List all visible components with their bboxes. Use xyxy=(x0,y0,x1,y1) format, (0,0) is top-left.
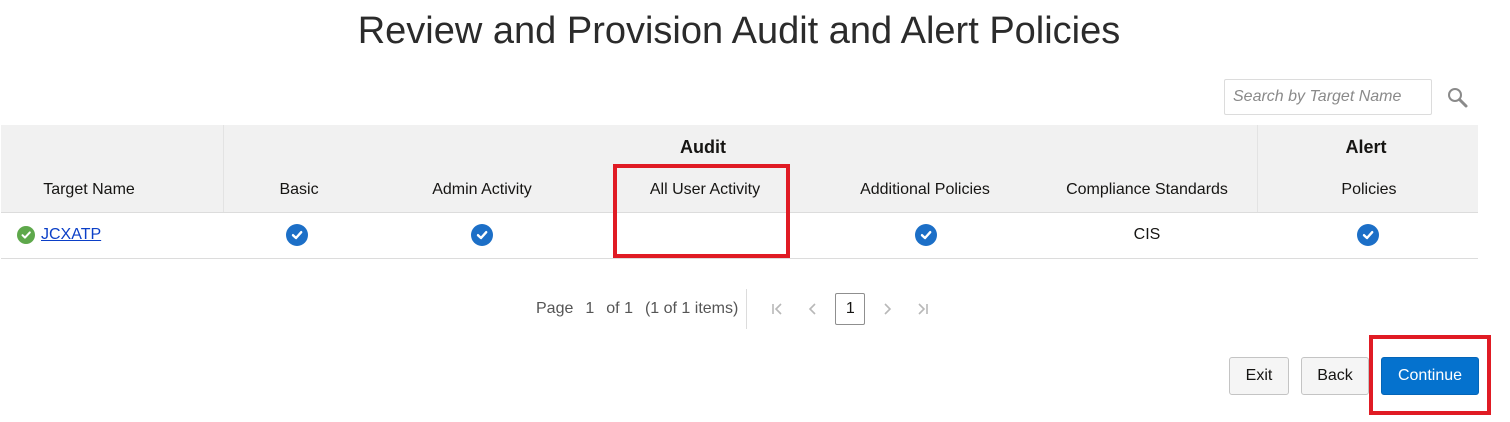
row-divider xyxy=(1,258,1478,259)
group-header-audit: Audit xyxy=(680,137,726,157)
last-page-icon[interactable] xyxy=(908,294,938,324)
previous-page-icon[interactable] xyxy=(798,294,828,324)
compliance-standards-cell: CIS xyxy=(1133,226,1161,243)
page-count: of 1 xyxy=(606,300,633,317)
all-user-activity-cell xyxy=(695,222,717,248)
column-header-policies[interactable]: Policies xyxy=(1319,181,1419,199)
continue-button[interactable]: Continue xyxy=(1381,357,1479,395)
additional-policies-cell xyxy=(915,222,937,248)
pagination-divider xyxy=(746,289,748,329)
column-divider xyxy=(1257,125,1258,212)
search-icon[interactable] xyxy=(1446,86,1470,110)
check-circle-icon xyxy=(471,224,493,246)
admin-activity-cell xyxy=(471,222,493,248)
check-circle-icon xyxy=(1357,224,1379,246)
items-count: (1 of 1 items) xyxy=(644,300,739,317)
column-header-basic[interactable]: Basic xyxy=(249,181,349,199)
column-header-additional-policies[interactable]: Additional Policies xyxy=(835,181,1015,199)
column-header-all-user-activity[interactable]: All User Activity xyxy=(620,181,790,199)
pagination: Page 1 of 1 (1 of 1 items) 1 xyxy=(536,289,941,329)
policies-table: Audit Alert Target Name Basic Admin Acti… xyxy=(1,125,1478,259)
check-circle-icon xyxy=(915,224,937,246)
next-page-icon[interactable] xyxy=(872,294,902,324)
search-input[interactable] xyxy=(1224,79,1432,115)
back-button[interactable]: Back xyxy=(1301,357,1369,395)
first-page-icon[interactable] xyxy=(762,294,792,324)
group-header-alert: Alert xyxy=(1345,137,1387,157)
page-button-1[interactable]: 1 xyxy=(835,293,866,325)
column-header-target-name[interactable]: Target Name xyxy=(19,181,159,199)
search-box xyxy=(1224,79,1432,115)
current-page-number[interactable]: 1 xyxy=(585,300,594,318)
column-header-compliance-standards[interactable]: Compliance Standards xyxy=(1047,181,1247,199)
basic-cell xyxy=(286,222,308,248)
page-label: Page xyxy=(536,300,574,317)
page-title: Review and Provision Audit and Alert Pol… xyxy=(357,10,1121,52)
header-divider xyxy=(1,212,1478,213)
check-circle-icon xyxy=(286,224,308,246)
target-name-cell: JCXATP xyxy=(17,222,101,248)
column-divider xyxy=(223,125,224,212)
status-ok-icon xyxy=(17,226,35,244)
alert-policies-cell xyxy=(1357,222,1379,248)
column-header-admin-activity[interactable]: Admin Activity xyxy=(402,181,562,199)
exit-button[interactable]: Exit xyxy=(1229,357,1289,395)
target-link[interactable]: JCXATP xyxy=(41,226,101,244)
